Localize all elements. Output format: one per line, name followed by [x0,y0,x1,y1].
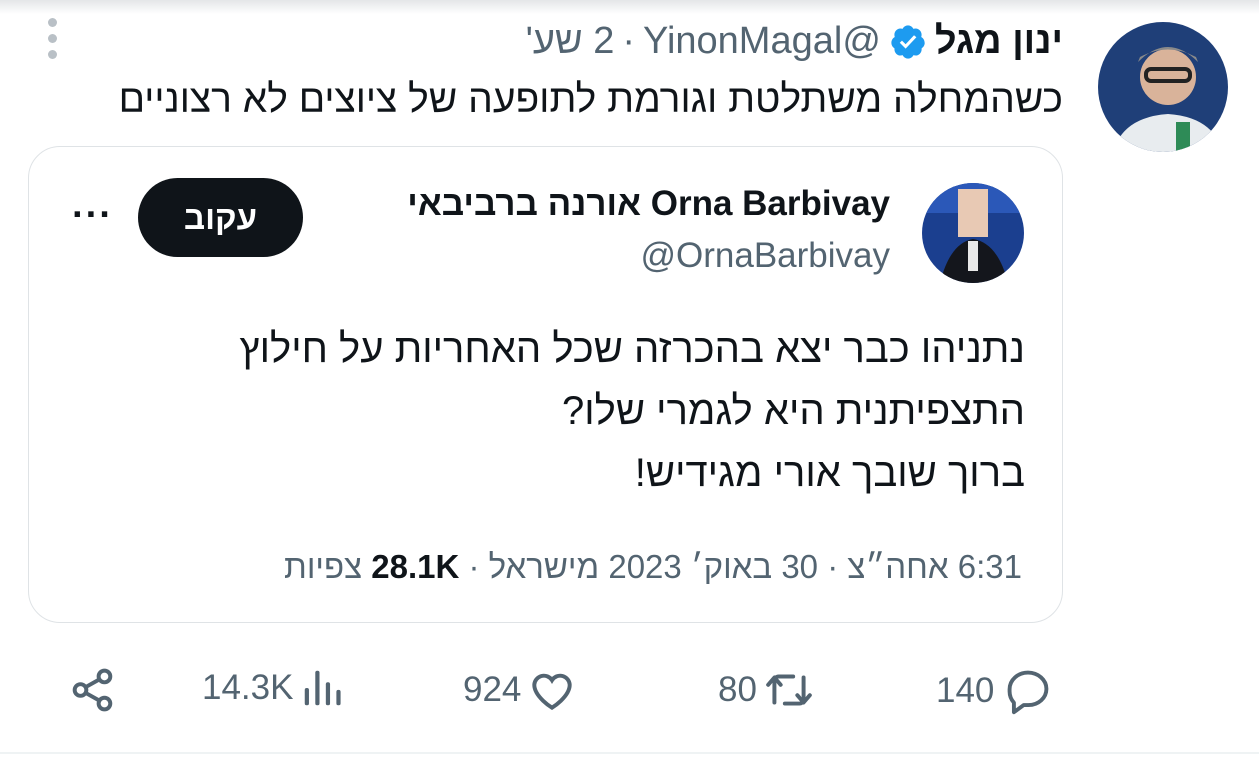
share-icon [68,665,118,715]
views-count: 14.3K [202,668,294,707]
reply-count: 140 [936,671,995,710]
quoted-author-handle[interactable]: @OrnaBarbivay [640,236,890,276]
quoted-author-name[interactable]: Orna Barbivay אורנה ברביבאי [407,184,890,224]
quoted-text: נתניהו כבר יצא בהכרזה שכל האחריות על חיל… [239,318,1025,504]
quoted-views-count: 28.1K [371,548,460,585]
share-button[interactable] [68,665,118,715]
author-handle[interactable]: @YinonMagal [643,20,881,63]
post-time[interactable]: 2 שע' [526,20,615,63]
quoted-meta: 6:31 אחה״צ · 30 באוק׳ 2023 מישראל · 28.1… [284,548,1022,586]
divider [0,752,1259,754]
retweet-button[interactable]: 80 [718,665,815,715]
verified-icon [889,23,927,61]
author-name[interactable]: ינון מגל [935,20,1063,63]
quoted-timestamp[interactable]: 6:31 אחה״צ · 30 באוק׳ 2023 מישראל · [459,548,1023,585]
post-text: כשהמחלה משתלטת וגורמת לתופעה של ציוצים ל… [118,78,1063,121]
more-options-icon[interactable]: ··· [72,195,113,235]
separator: · [622,20,636,62]
quoted-text-line: התצפיתנית היא לגמרי שלו? [562,389,1025,433]
like-button[interactable]: 924 [463,665,577,715]
quoted-text-line: ברוך שובך אורי מגידיש! [634,451,1025,495]
views-button[interactable]: 14.3K [202,665,345,711]
like-count: 924 [463,670,522,709]
follow-button[interactable]: עקוב [138,178,303,257]
quoted-text-line: נתניהו כבר יצא בהכרזה שכל האחריות על חיל… [239,327,1025,371]
avatar[interactable] [1098,22,1228,152]
reply-icon [1000,665,1056,717]
kebab-icon[interactable] [42,18,62,62]
post-header: ינון מגל @YinonMagal · 2 שע' [526,20,1063,63]
quoted-views-label: צפיות [284,548,372,585]
like-icon [527,665,577,715]
retweet-icon [763,665,815,715]
quoted-avatar[interactable] [922,183,1024,283]
views-icon [299,665,345,711]
top-fade [0,0,1259,14]
reply-button[interactable]: 140 [936,665,1056,717]
retweet-count: 80 [718,670,757,709]
